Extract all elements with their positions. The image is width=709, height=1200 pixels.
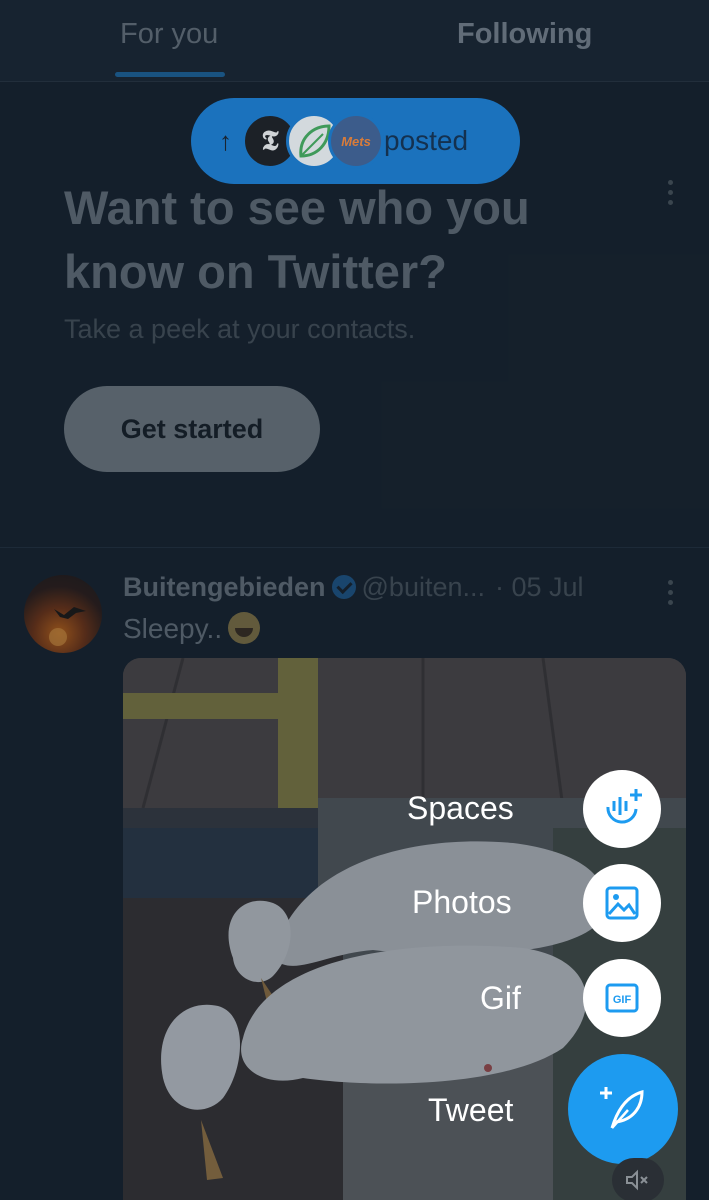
tab-following[interactable]: Following [457, 18, 592, 51]
tweet-header: Buitengebieden @buiten... · 05 Jul [123, 572, 584, 603]
photos-button[interactable] [583, 864, 661, 942]
gif-button[interactable]: GIF [583, 959, 661, 1037]
tweet-text: Sleepy.. [123, 612, 261, 645]
tweet-author-name[interactable]: Buitengebieden [123, 572, 326, 602]
promo-subtitle: Take a peek at your contacts. [64, 314, 416, 344]
verified-badge-icon [331, 575, 356, 599]
svg-text:GIF: GIF [613, 994, 632, 1006]
new-posts-pill[interactable]: ↑ 𝕿 Mets posted [191, 98, 520, 184]
spaces-button[interactable] [583, 770, 661, 848]
active-tab-indicator [115, 72, 225, 77]
more-options-icon[interactable] [662, 180, 678, 210]
tweet-author-handle[interactable]: @buiten... [362, 572, 485, 602]
image-icon [605, 886, 639, 920]
top-tabs: For you Following [0, 0, 709, 82]
feather-plus-icon [600, 1087, 644, 1129]
poster-avatars: 𝕿 Mets [242, 113, 384, 169]
avatar[interactable] [24, 575, 102, 653]
get-started-button[interactable]: Get started [64, 386, 320, 472]
gif-label[interactable]: Gif [480, 980, 521, 1017]
tweet-label[interactable]: Tweet [428, 1092, 513, 1129]
mute-icon[interactable] [612, 1158, 664, 1200]
photos-label[interactable]: Photos [412, 884, 512, 921]
spaces-label[interactable]: Spaces [407, 790, 514, 827]
tab-for-you[interactable]: For you [120, 18, 218, 51]
gif-icon: GIF [605, 983, 639, 1013]
mets-avatar: Mets [328, 113, 384, 169]
tweet-date: · 05 Jul [495, 572, 584, 602]
new-posts-label: posted [384, 125, 469, 156]
spaces-plus-icon [606, 789, 642, 824]
compose-tweet-button[interactable] [568, 1054, 678, 1164]
tweet-more-options-icon[interactable] [662, 580, 678, 610]
laughing-emoji-icon [228, 612, 261, 644]
arrow-up-icon: ↑ [219, 125, 232, 156]
promo-title: Want to see who you know on Twitter? [64, 181, 530, 298]
tweet-text-content: Sleepy.. [123, 613, 223, 644]
